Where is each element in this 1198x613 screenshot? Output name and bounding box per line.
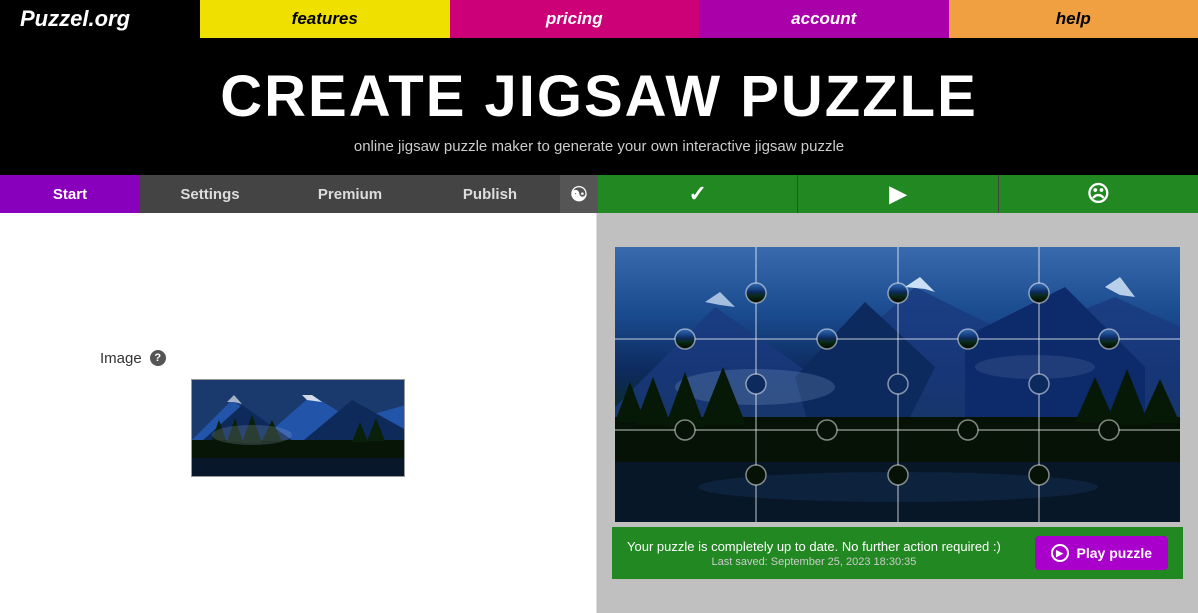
image-label: Image xyxy=(100,350,142,367)
tabs-bar: Start Settings Premium Publish ☯ ✓ ▶ ☹ xyxy=(0,175,1198,213)
status-saved-text: Last saved: September 25, 2023 18:30:35 xyxy=(711,556,916,568)
logo[interactable]: Puzzel.org xyxy=(20,6,130,32)
puzzle-preview xyxy=(615,247,1180,522)
play-button-label: Play puzzle xyxy=(1077,545,1152,561)
hero-section: CREATE JIGSAW PUZZLE online jigsaw puzzl… xyxy=(0,38,1198,175)
nav-account[interactable]: account xyxy=(699,0,949,38)
tab-premium[interactable]: Premium xyxy=(280,175,420,213)
tab-publish[interactable]: Publish xyxy=(420,175,560,213)
play-button-icon: ▶ xyxy=(1051,544,1069,562)
thumbnail-svg xyxy=(192,380,405,477)
main-content: Image ? xyxy=(0,213,1198,613)
right-panel: Your puzzle is completely up to date. No… xyxy=(597,213,1198,613)
yin-yang-icon[interactable]: ☯ xyxy=(560,175,598,213)
hero-subtitle: online jigsaw puzzle maker to generate y… xyxy=(0,138,1198,155)
tab-settings[interactable]: Settings xyxy=(140,175,280,213)
status-text-block: Your puzzle is completely up to date. No… xyxy=(627,539,1001,568)
image-label-row: Image ? xyxy=(100,350,166,367)
top-navigation: Puzzel.org features pricing account help xyxy=(0,0,1198,38)
play-puzzle-button[interactable]: ▶ Play puzzle xyxy=(1035,536,1168,570)
logo-area: Puzzel.org xyxy=(0,0,200,38)
tab-check[interactable]: ✓ xyxy=(598,175,797,213)
status-bar: Your puzzle is completely up to date. No… xyxy=(612,527,1183,579)
tab-start[interactable]: Start xyxy=(0,175,140,213)
puzzle-image-svg xyxy=(615,247,1180,522)
tab-share-icon[interactable]: ☹ xyxy=(998,175,1198,213)
nav-help[interactable]: help xyxy=(949,0,1198,38)
image-help-icon[interactable]: ? xyxy=(150,350,166,366)
puzzle-thumbnail[interactable] xyxy=(191,379,405,477)
status-main-text: Your puzzle is completely up to date. No… xyxy=(627,539,1001,554)
nav-features[interactable]: features xyxy=(200,0,450,38)
left-panel: Image ? xyxy=(0,213,597,613)
tab-play-icon[interactable]: ▶ xyxy=(797,175,997,213)
nav-pricing[interactable]: pricing xyxy=(450,0,700,38)
hero-title: CREATE JIGSAW PUZZLE xyxy=(0,63,1198,130)
